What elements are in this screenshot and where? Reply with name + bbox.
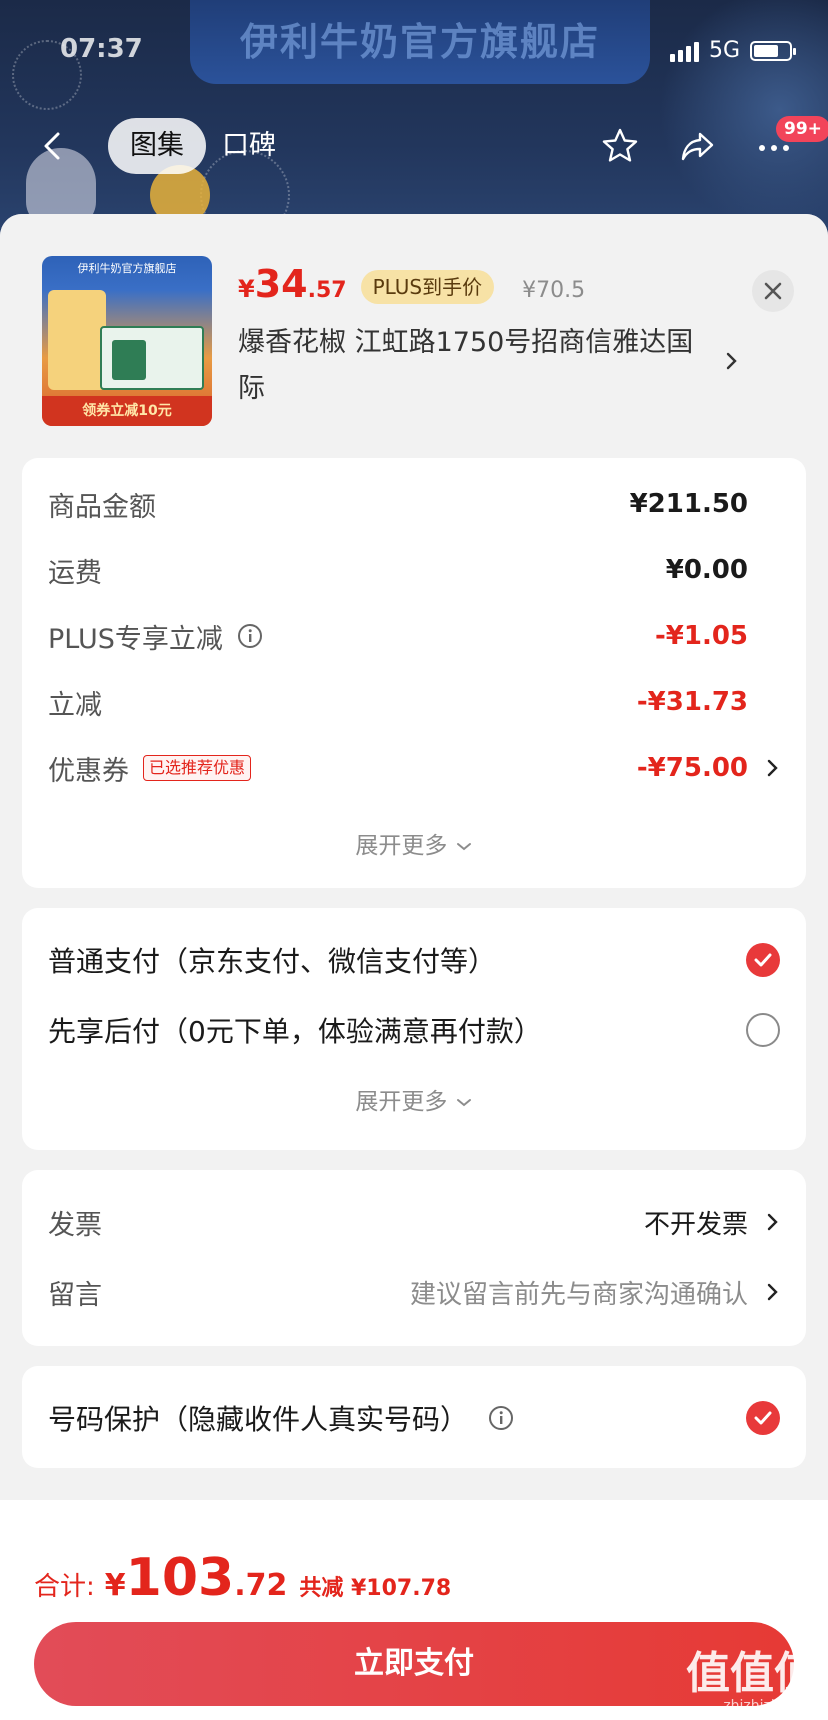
expand-more-link[interactable]: 展开更多: [22, 826, 806, 860]
info-icon[interactable]: [237, 623, 263, 649]
row-instant-discount: 立减 -¥31.73: [48, 682, 780, 722]
star-icon[interactable]: [600, 126, 640, 166]
store-header-background: 伊利牛奶官方旗舰店 07:37 5G 图集 口碑 99+: [0, 0, 828, 240]
row-value: ¥0.00: [665, 555, 748, 585]
radio-unchecked[interactable]: [746, 1013, 780, 1047]
info-icon[interactable]: [488, 1405, 514, 1431]
price-currency: ¥: [238, 275, 255, 303]
battery-icon: [750, 40, 796, 61]
invoice-value: 不开发票: [643, 1209, 748, 1240]
message-badge: 99+: [776, 116, 828, 142]
row-shipping: 运费 ¥0.00: [48, 550, 780, 590]
number-protection-label: 号码保护（隐藏收件人真实号码）: [48, 1403, 469, 1436]
row-coupon[interactable]: 优惠券 已选推荐优惠 -¥75.00: [48, 748, 780, 788]
checkout-footer: 合计: ¥ 103 .72 共减 ¥107.78 立即支付 值值值 zhizhi…: [0, 1500, 828, 1720]
radio-checked[interactable]: [746, 943, 780, 977]
total-currency: ¥: [104, 1568, 126, 1603]
network-type: 5G: [708, 38, 740, 63]
payment-option-pay-later[interactable]: 先享后付（0元下单，体验满意再付款）: [48, 1008, 780, 1052]
expand-more-label: 展开更多: [355, 833, 448, 859]
close-icon: [764, 282, 782, 300]
thumbnail-store-name: 伊利牛奶官方旗舰店: [77, 262, 177, 275]
coupon-tag: 已选推荐优惠: [143, 755, 252, 781]
row-goods-amount: 商品金额 ¥211.50: [48, 484, 780, 524]
chevron-right-icon[interactable]: [766, 757, 780, 779]
share-icon[interactable]: [678, 126, 718, 166]
price-row: ¥ 34 .57 PLUS到手价 ¥70.5: [238, 262, 585, 312]
row-value: -¥75.00: [636, 753, 748, 783]
watermark-site: zhizhizhi.com: [723, 1698, 818, 1714]
chevron-right-icon[interactable]: [724, 348, 740, 374]
row-value: ¥211.50: [629, 489, 748, 519]
pay-now-button[interactable]: 立即支付: [34, 1622, 794, 1706]
toggle-checked[interactable]: [746, 1401, 780, 1435]
number-protection-card: 号码保护（隐藏收件人真实号码）: [22, 1366, 806, 1468]
invoice-row[interactable]: 发票 不开发票: [48, 1202, 780, 1242]
row-value: -¥1.05: [654, 621, 748, 651]
back-arrow-icon[interactable]: [36, 128, 72, 164]
status-bar-right: 5G: [669, 38, 796, 63]
total-decimal: .72: [234, 1568, 288, 1603]
chevron-down-icon: [456, 1099, 471, 1107]
original-price: ¥70.5: [522, 278, 586, 303]
row-label: 优惠券: [48, 755, 129, 787]
top-nav: 图集 口碑 99+: [0, 112, 828, 182]
total-saved: 共减 ¥107.78: [299, 1576, 452, 1601]
total-integer: 103: [125, 1548, 235, 1608]
number-protection-row[interactable]: 号码保护（隐藏收件人真实号码）: [48, 1396, 780, 1440]
payment-method-card: 普通支付（京东支付、微信支付等） 先享后付（0元下单，体验满意再付款） 展开更多: [22, 908, 806, 1150]
checkout-sheet: 伊利牛奶官方旗舰店 领券立减10元 ¥ 34 .57 PLUS到手价 ¥70.5…: [0, 214, 828, 1720]
status-time: 07:37: [60, 34, 143, 64]
price-breakdown-card: 商品金额 ¥211.50 运费 ¥0.00 PLUS专享立减 -¥1.05 立减…: [22, 458, 806, 888]
invoice-label: 发票: [48, 1209, 102, 1241]
expand-more-link[interactable]: 展开更多: [22, 1082, 806, 1116]
signal-icon: [669, 40, 699, 62]
row-label: PLUS专享立减: [48, 623, 223, 655]
invoice-note-card: 发票 不开发票 留言 建议留言前先与商家沟通确认: [22, 1170, 806, 1346]
row-label: 商品金额: [48, 491, 156, 523]
plus-price-tag: PLUS到手价: [360, 270, 495, 304]
row-label: 运费: [48, 557, 102, 589]
note-label: 留言: [48, 1279, 102, 1311]
note-row[interactable]: 留言 建议留言前先与商家沟通确认: [48, 1272, 780, 1312]
product-summary: 伊利牛奶官方旗舰店 领券立减10元 ¥ 34 .57 PLUS到手价 ¥70.5…: [0, 214, 828, 450]
row-label: 立减: [48, 689, 102, 721]
delivery-address[interactable]: 爆香花椒 江虹路1750号招商信雅达国际: [238, 320, 698, 412]
thumbnail-promo-panel: [48, 290, 106, 390]
milk-box-image: [100, 326, 204, 390]
site-watermark: 值值值 zhizhizhi.com: [686, 1648, 818, 1715]
thumbnail-coupon-text: 领券立减10元: [42, 396, 212, 426]
store-banner: 伊利牛奶官方旗舰店: [190, 0, 650, 84]
watermark-brand: 值值值: [686, 1648, 818, 1699]
note-placeholder: 建议留言前先与商家沟通确认: [409, 1279, 748, 1310]
checkmark-icon: [754, 1411, 772, 1425]
price-integer: 34: [254, 262, 308, 306]
total-amount: 合计: ¥ 103 .72 共减 ¥107.78: [34, 1548, 451, 1608]
row-value: -¥31.73: [636, 687, 748, 717]
chevron-right-icon[interactable]: [766, 1281, 780, 1303]
close-button[interactable]: [752, 270, 794, 312]
payment-option-label: 普通支付（京东支付、微信支付等）: [48, 945, 497, 978]
payment-option-label: 先享后付（0元下单，体验满意再付款）: [48, 1015, 542, 1048]
total-label: 合计:: [34, 1572, 95, 1602]
product-thumbnail: 伊利牛奶官方旗舰店 领券立减10元: [42, 256, 212, 426]
row-plus-discount: PLUS专享立减 -¥1.05: [48, 616, 780, 656]
payment-option-standard[interactable]: 普通支付（京东支付、微信支付等）: [48, 938, 780, 982]
tab-reviews[interactable]: 口碑: [222, 118, 276, 174]
expand-more-label: 展开更多: [355, 1089, 448, 1115]
price-decimal: .57: [307, 278, 347, 303]
chevron-down-icon: [456, 843, 471, 851]
checkmark-icon: [754, 953, 772, 967]
tab-gallery[interactable]: 图集: [108, 118, 206, 174]
chevron-right-icon[interactable]: [766, 1211, 780, 1233]
